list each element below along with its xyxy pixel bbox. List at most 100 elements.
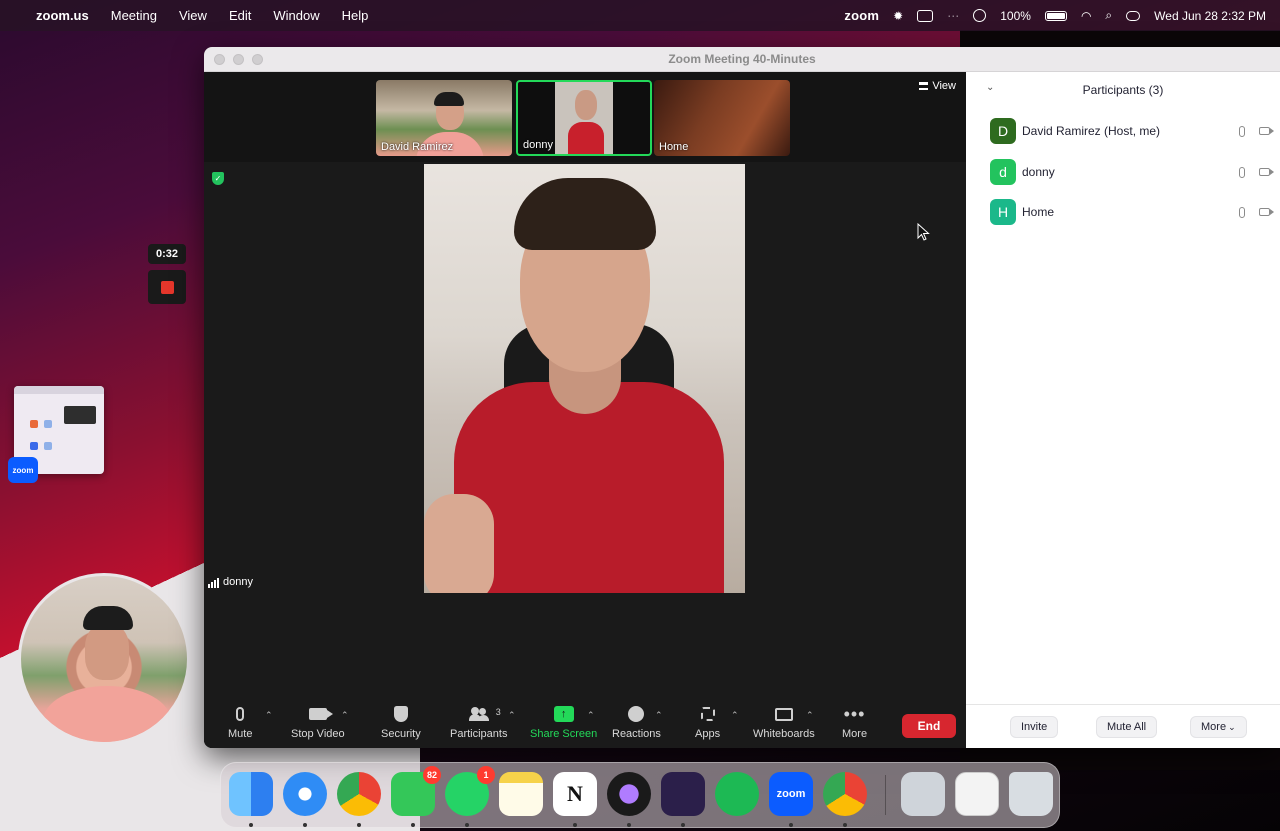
invite-button[interactable]: Invite	[1010, 716, 1059, 738]
recording-timer: 0:32	[148, 244, 186, 264]
video-options-chevron-icon[interactable]: ⌃	[341, 710, 349, 721]
running-indicator	[303, 823, 307, 827]
dock-preview-icon[interactable]	[901, 772, 945, 816]
share-screen-label: Share Screen	[530, 728, 598, 740]
participants-options-chevron-icon[interactable]: ⌃	[508, 710, 516, 721]
menu-help[interactable]: Help	[342, 8, 369, 23]
video-tile-home[interactable]: Home	[654, 80, 790, 156]
stop-video-button[interactable]: Stop Video	[291, 704, 345, 740]
screen-mirror-icon[interactable]	[917, 9, 934, 22]
panel-more-button[interactable]: More ⌄	[1190, 716, 1247, 738]
reactions-options-chevron-icon[interactable]: ⌃	[655, 710, 663, 721]
avatar: d	[990, 159, 1016, 185]
apps-button[interactable]: Apps	[695, 704, 720, 740]
menu-bar: zoom.us Meeting View Edit Window Help zo…	[0, 0, 1280, 31]
participant-video-icon[interactable]	[1259, 127, 1274, 135]
dock-chrome-icon[interactable]	[337, 772, 381, 816]
menu-view[interactable]: View	[179, 8, 207, 23]
brightness-icon[interactable]: ✹	[893, 9, 903, 23]
participant-name: donny	[1022, 165, 1055, 179]
panel-more-label: More	[1201, 721, 1227, 733]
stop-recording-button[interactable]	[148, 270, 186, 304]
dock-separator	[885, 775, 886, 815]
control-center-icon[interactable]	[1126, 10, 1141, 21]
menu-clock[interactable]: Wed Jun 28 2:32 PM	[1154, 9, 1266, 23]
play-icon[interactable]	[973, 9, 987, 22]
wifi-icon[interactable]: ◠	[1081, 9, 1091, 23]
video-tile-david[interactable]: David Ramirez	[376, 80, 512, 156]
menu-window[interactable]: Window	[273, 8, 319, 23]
battery-icon[interactable]	[1044, 10, 1067, 21]
menu-edit[interactable]: Edit	[229, 8, 251, 23]
audio-options-chevron-icon[interactable]: ⌃	[265, 710, 273, 721]
minimize-window-button[interactable]	[233, 54, 244, 65]
presenter-camera-bubble	[18, 573, 190, 745]
dock: 82 1 N zoom	[220, 762, 1060, 828]
chevron-down-icon: ⌄	[1228, 721, 1236, 732]
dock-arc-icon[interactable]	[607, 772, 651, 816]
dock-notes-icon[interactable]	[499, 772, 543, 816]
dock-chrome-profile-icon[interactable]	[823, 772, 867, 816]
tile-name: David Ramirez	[381, 141, 454, 153]
participant-row[interactable]: d donny	[990, 159, 1274, 185]
dock-trash-icon[interactable]	[1009, 772, 1053, 816]
end-meeting-button[interactable]: End	[902, 714, 956, 738]
mute-all-button[interactable]: Mute All	[1096, 716, 1158, 738]
dock-zoom-icon[interactable]: zoom	[769, 772, 813, 816]
close-window-button[interactable]	[214, 54, 225, 65]
collapse-panel-chevron-icon[interactable]: ⌄	[986, 82, 994, 93]
security-label: Security	[381, 728, 421, 740]
dock-finder-icon[interactable]	[229, 772, 273, 816]
zoom-app-badge[interactable]: zoom	[8, 457, 38, 483]
encryption-shield-icon[interactable]: ✓	[212, 172, 224, 185]
participant-row[interactable]: H Home	[990, 199, 1274, 225]
microphone-icon	[236, 707, 245, 721]
menu-meeting[interactable]: Meeting	[111, 8, 157, 23]
dock-linear-icon[interactable]	[661, 772, 705, 816]
apps-label: Apps	[695, 728, 721, 740]
dock-whatsapp-icon[interactable]: 1	[445, 766, 495, 816]
battery-percent: 100%	[1000, 8, 1031, 23]
stop-icon	[160, 280, 174, 294]
dock-notion-icon[interactable]: N	[553, 772, 597, 816]
participant-video-icon[interactable]	[1259, 168, 1274, 176]
wifi-dim-icon[interactable]: ⋯	[947, 9, 959, 23]
dock-safari-icon[interactable]	[283, 772, 327, 816]
more-dots-icon: •••	[843, 704, 866, 724]
dock-document-icon[interactable]	[955, 772, 999, 816]
tile-name: Home	[659, 141, 689, 153]
avatar: H	[990, 199, 1016, 225]
dock-spotify-icon[interactable]	[715, 772, 759, 816]
share-options-chevron-icon[interactable]: ⌃	[587, 710, 595, 721]
window-title: Zoom Meeting 40-Minutes	[668, 52, 816, 66]
whiteboard-icon	[774, 707, 793, 721]
security-button[interactable]: Security	[381, 704, 421, 740]
window-titlebar: Zoom Meeting 40-Minutes	[204, 47, 1280, 72]
participants-icon	[468, 707, 489, 721]
active-speaker-name: donny	[223, 576, 253, 588]
participant-row[interactable]: D David Ramirez (Host, me)	[990, 118, 1274, 144]
mute-button[interactable]: Mute	[228, 704, 252, 740]
whiteboards-options-chevron-icon[interactable]: ⌃	[806, 710, 814, 721]
zoom-status-icon[interactable]: zoom	[844, 8, 879, 23]
menu-app-name[interactable]: zoom.us	[36, 8, 89, 23]
more-button[interactable]: ••• More	[842, 704, 867, 740]
participant-mic-icon[interactable]	[1239, 206, 1245, 218]
dock-messages-icon[interactable]: 82	[391, 766, 441, 816]
participant-mic-icon[interactable]	[1239, 166, 1245, 178]
video-tile-donny[interactable]: donny	[516, 80, 652, 156]
mute-label: Mute	[228, 728, 253, 740]
whiteboards-label: Whiteboards	[753, 728, 815, 740]
apps-options-chevron-icon[interactable]: ⌃	[731, 710, 739, 721]
running-indicator	[843, 823, 847, 827]
reactions-smiley-icon	[628, 706, 645, 722]
view-label: View	[932, 80, 956, 92]
participant-mic-icon[interactable]	[1239, 125, 1245, 137]
participants-button[interactable]: 3 Participants	[450, 704, 507, 740]
view-button[interactable]: View	[919, 80, 956, 92]
active-speaker-label: donny	[208, 576, 253, 588]
participant-video-icon[interactable]	[1259, 208, 1274, 216]
reactions-button[interactable]: Reactions	[612, 704, 661, 740]
search-icon[interactable]: ⌕	[1105, 8, 1112, 23]
maximize-window-button[interactable]	[252, 54, 263, 65]
